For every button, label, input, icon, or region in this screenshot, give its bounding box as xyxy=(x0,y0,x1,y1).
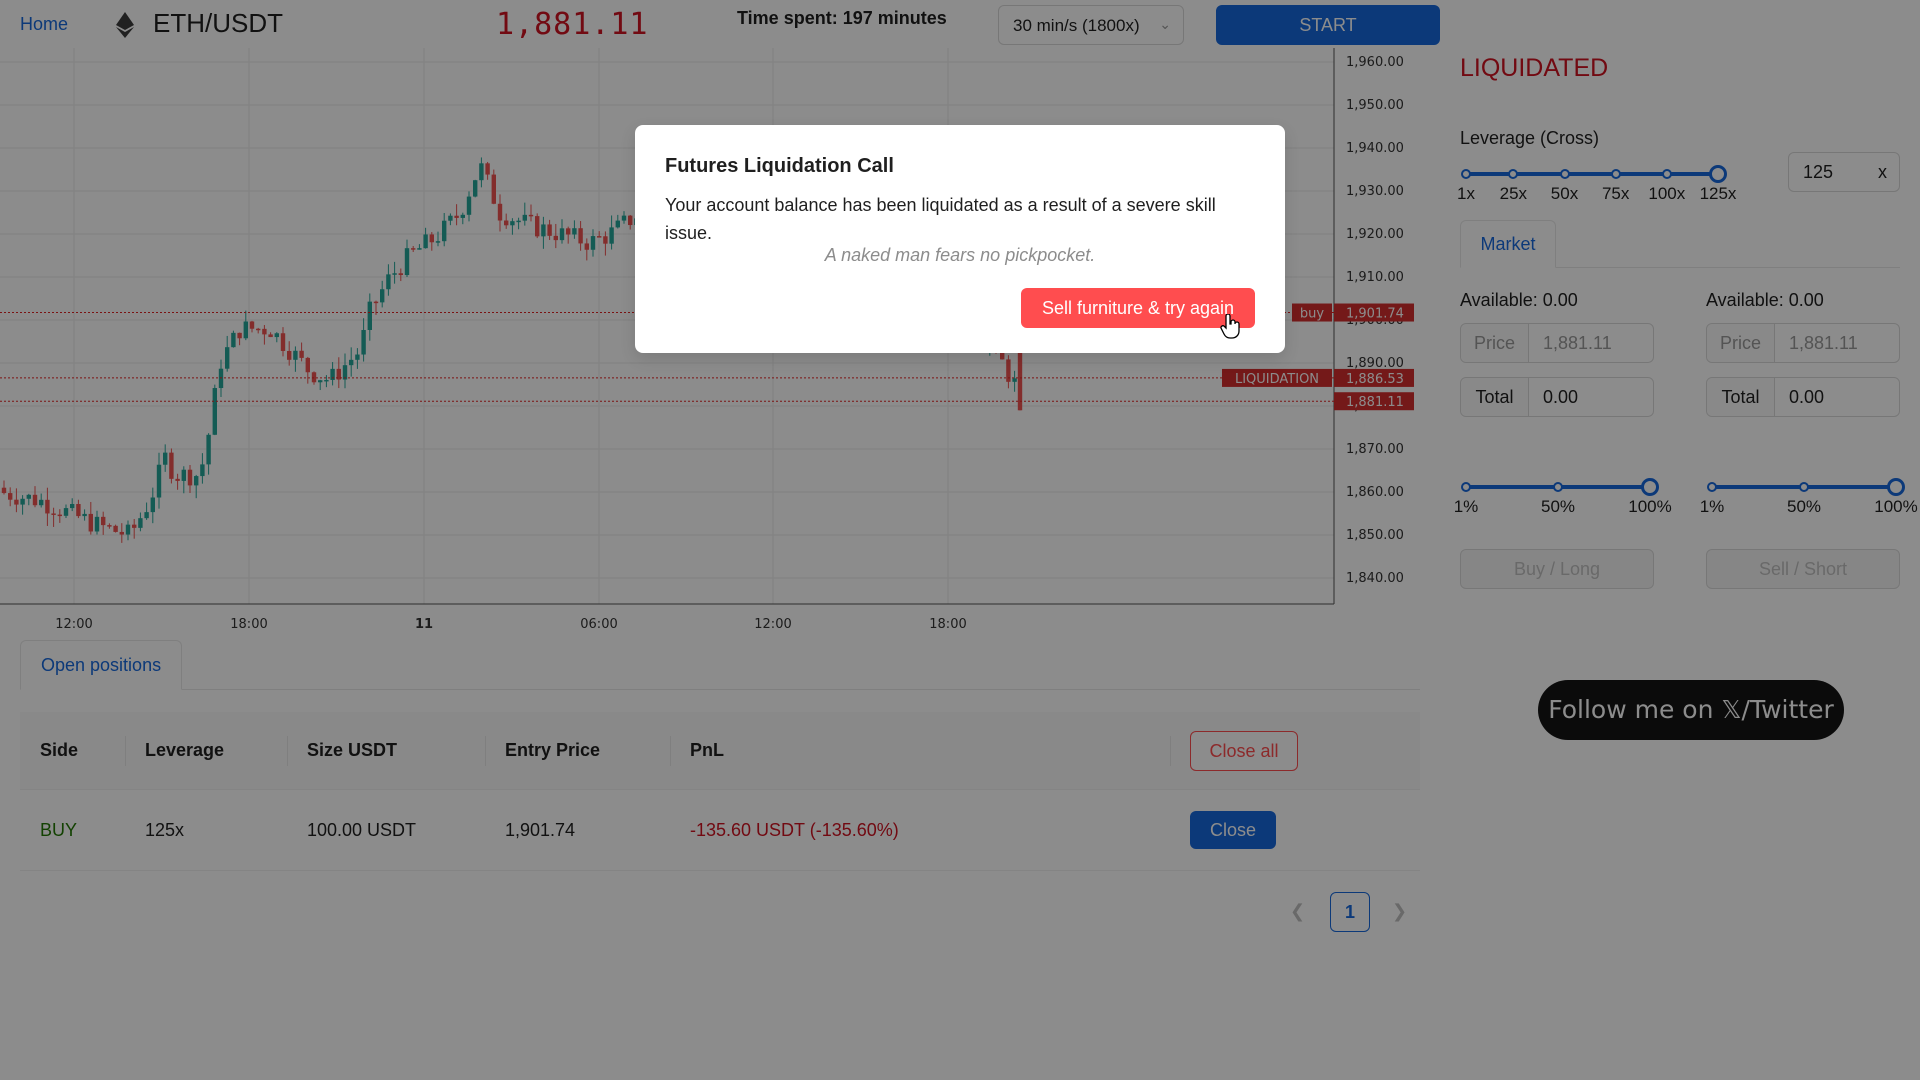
modal-title: Futures Liquidation Call xyxy=(665,155,894,177)
modal-quote: A naked man fears no pickpocket. xyxy=(824,245,1096,265)
modal-body: Your account balance has been liquidated… xyxy=(665,195,1216,243)
liquidation-modal: Futures Liquidation Call Your account ba… xyxy=(635,125,1285,353)
hand-cursor-icon xyxy=(1220,314,1240,339)
